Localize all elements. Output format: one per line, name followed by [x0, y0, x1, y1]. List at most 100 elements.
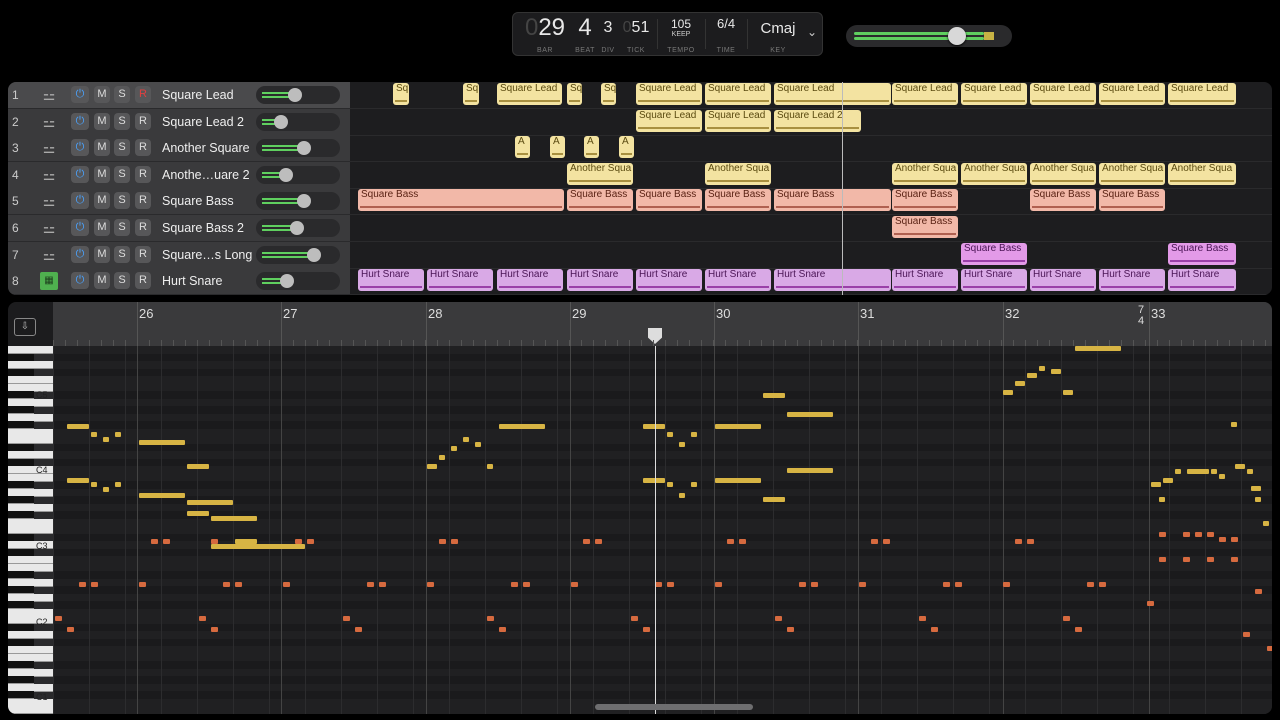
- note[interactable]: [1027, 373, 1037, 378]
- note[interactable]: [67, 478, 89, 483]
- region[interactable]: Square Bass: [358, 189, 564, 211]
- note[interactable]: [859, 582, 866, 587]
- region[interactable]: Hurt Snare: [1168, 269, 1236, 291]
- playhead-handle[interactable]: [648, 328, 662, 344]
- note[interactable]: [91, 582, 98, 587]
- track-header[interactable]: 8 ▦ ⏻ M S R Hurt Snare: [8, 268, 350, 295]
- region[interactable]: Square Lead: [636, 110, 702, 132]
- region[interactable]: Square Lead: [774, 83, 891, 105]
- power-icon[interactable]: ⏻: [71, 272, 89, 289]
- note[interactable]: [1255, 589, 1262, 594]
- note[interactable]: [1015, 539, 1022, 544]
- mute-button[interactable]: M: [94, 113, 110, 130]
- region[interactable]: Square Lead: [636, 83, 702, 105]
- region[interactable]: Square Bass: [1099, 189, 1165, 211]
- region[interactable]: Sq: [463, 83, 479, 105]
- note[interactable]: [523, 582, 530, 587]
- region[interactable]: Square Bass: [892, 216, 958, 238]
- track-lane[interactable]: AAAA: [350, 135, 1272, 162]
- black-key[interactable]: [8, 713, 34, 714]
- bar-ruler[interactable]: 26 27 28 29 30 31 32 33 7 4: [53, 302, 1272, 346]
- volume-slider[interactable]: [256, 272, 340, 290]
- note[interactable]: [487, 464, 493, 469]
- note[interactable]: [775, 616, 782, 621]
- note[interactable]: [1175, 469, 1181, 474]
- mute-button[interactable]: M: [94, 166, 110, 183]
- region[interactable]: Hurt Snare: [567, 269, 633, 291]
- region[interactable]: Another Squa: [567, 163, 633, 185]
- mute-button[interactable]: M: [94, 246, 110, 263]
- note[interactable]: [1187, 469, 1209, 474]
- solo-button[interactable]: S: [114, 166, 130, 183]
- note[interactable]: [487, 616, 494, 621]
- note[interactable]: [211, 516, 257, 521]
- note[interactable]: [871, 539, 878, 544]
- track-header[interactable]: 4 ⚍ ⏻ M S R Anothe…uare 2: [8, 162, 350, 189]
- lcd-tempo[interactable]: 105 KEEP TEMPO: [663, 13, 699, 55]
- region[interactable]: A: [515, 136, 530, 158]
- mute-button[interactable]: M: [94, 139, 110, 156]
- note[interactable]: [643, 424, 665, 429]
- region[interactable]: Hurt Snare: [1099, 269, 1165, 291]
- note[interactable]: [427, 582, 434, 587]
- note[interactable]: [283, 582, 290, 587]
- note[interactable]: [1219, 537, 1226, 542]
- volume-knob[interactable]: [290, 221, 304, 235]
- note-grid[interactable]: [53, 346, 1272, 714]
- note[interactable]: [715, 582, 722, 587]
- horizontal-scrollbar[interactable]: [595, 704, 753, 710]
- note[interactable]: [235, 582, 242, 587]
- note[interactable]: [367, 582, 374, 587]
- note[interactable]: [475, 442, 481, 447]
- note[interactable]: [139, 493, 185, 498]
- volume-knob[interactable]: [297, 194, 311, 208]
- region[interactable]: A: [619, 136, 634, 158]
- note[interactable]: [67, 627, 74, 632]
- note[interactable]: [1231, 537, 1238, 542]
- note[interactable]: [919, 616, 926, 621]
- note[interactable]: [79, 582, 86, 587]
- download-tray-icon[interactable]: ⇩: [14, 318, 36, 336]
- note[interactable]: [1183, 532, 1190, 537]
- note[interactable]: [1163, 478, 1173, 483]
- note[interactable]: [55, 616, 62, 621]
- region[interactable]: Hurt Snare: [892, 269, 958, 291]
- note[interactable]: [379, 582, 386, 587]
- record-button[interactable]: R: [135, 113, 151, 130]
- note[interactable]: [691, 432, 697, 437]
- note[interactable]: [511, 582, 518, 587]
- region[interactable]: Another Squa: [892, 163, 958, 185]
- note[interactable]: [1087, 582, 1094, 587]
- note[interactable]: [211, 627, 218, 632]
- note[interactable]: [1263, 521, 1269, 526]
- note[interactable]: [223, 582, 230, 587]
- note[interactable]: [595, 539, 602, 544]
- master-volume-knob[interactable]: [948, 27, 966, 45]
- note[interactable]: [1231, 422, 1237, 427]
- note[interactable]: [931, 627, 938, 632]
- volume-slider[interactable]: [256, 219, 340, 237]
- region[interactable]: Square Lead: [705, 110, 771, 132]
- region[interactable]: Square Bass: [1168, 243, 1236, 265]
- note[interactable]: [1003, 390, 1013, 395]
- note[interactable]: [343, 616, 350, 621]
- region[interactable]: Square Bass: [892, 189, 958, 211]
- note[interactable]: [115, 482, 121, 487]
- region[interactable]: Hurt Snare: [358, 269, 424, 291]
- power-icon[interactable]: ⏻: [71, 113, 89, 130]
- note[interactable]: [691, 482, 697, 487]
- volume-knob[interactable]: [279, 168, 293, 182]
- note[interactable]: [439, 539, 446, 544]
- record-button[interactable]: R: [135, 86, 151, 103]
- track-header[interactable]: 3 ⚍ ⏻ M S R Another Square: [8, 135, 350, 162]
- note[interactable]: [1195, 532, 1202, 537]
- note[interactable]: [439, 455, 445, 460]
- note[interactable]: [583, 539, 590, 544]
- region[interactable]: Square Lead: [497, 83, 562, 105]
- note[interactable]: [463, 437, 469, 442]
- track-header[interactable]: 7 ⚍ ⏻ M S R Square…s Long: [8, 242, 350, 269]
- volume-knob[interactable]: [288, 88, 302, 102]
- region[interactable]: Hurt Snare: [636, 269, 702, 291]
- record-button[interactable]: R: [135, 139, 151, 156]
- volume-knob[interactable]: [274, 115, 288, 129]
